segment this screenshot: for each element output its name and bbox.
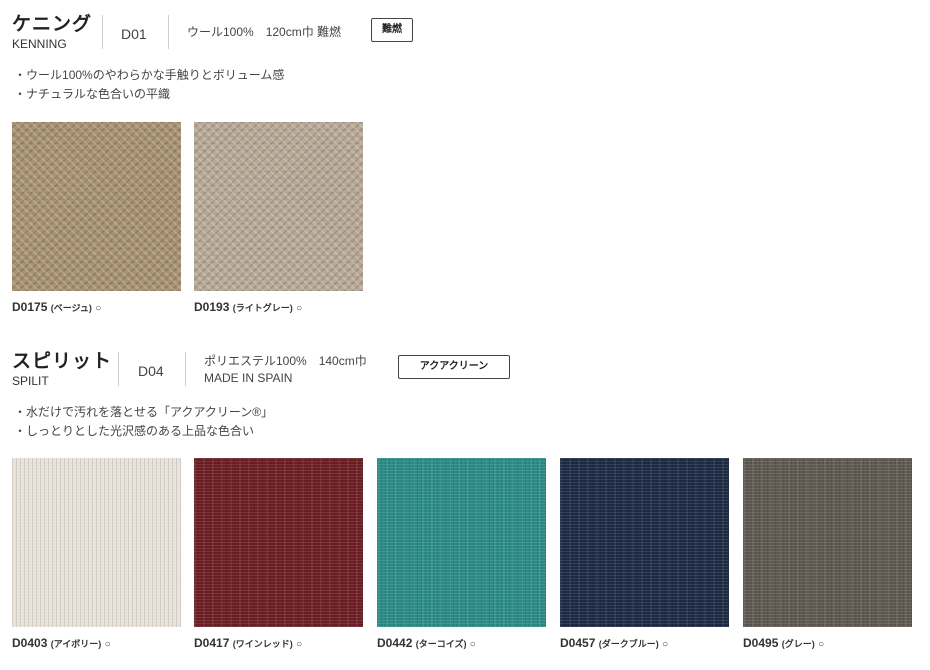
product-name: ケニング KENNING <box>12 14 92 51</box>
circle-mark-icon: ○ <box>104 639 111 650</box>
sample-code: D0442 <box>377 636 413 650</box>
sample-code: D0403 <box>12 636 48 650</box>
fabric-swatch-d0495[interactable] <box>743 458 912 627</box>
sample-code: D0457 <box>560 636 596 650</box>
aquaclean-badge: アクアクリーン <box>398 355 510 379</box>
product-name-en: KENNING <box>12 37 67 51</box>
product-header: ケニング KENNING D01 ウール100% 120cm巾 難燃 難燃 <box>0 0 930 60</box>
fabric-swatch-d0442[interactable] <box>377 458 546 627</box>
fabric-swatch-d0193[interactable] <box>194 122 363 291</box>
sample-code: D0193 <box>194 300 230 314</box>
circle-mark-icon: ○ <box>662 639 669 650</box>
product-spec: ポリエステル100% 140cm巾 <box>204 354 367 368</box>
sample-color-name: (ターコイズ) <box>415 639 467 649</box>
sample-code: D0417 <box>194 636 230 650</box>
feature-item: ナチュラルな色合いの平織 <box>14 85 284 104</box>
fabric-swatch-d0175[interactable] <box>12 122 181 291</box>
feature-list: ウール100%のやわらかな手触りとボリューム感 ナチュラルな色合いの平織 <box>14 66 284 104</box>
product-header: スピリット SPILIT D04 ポリエステル100% 140cm巾 MADE … <box>0 337 930 397</box>
divider <box>102 15 103 49</box>
product-name-ja: ケニング <box>12 14 93 35</box>
sample-code: D0495 <box>743 636 779 650</box>
sample-label: D0417 (ワインレッド) ○ <box>194 636 302 650</box>
product-spec: ウール100% 120cm巾 難燃 <box>187 25 342 39</box>
fabric-swatch-d0457[interactable] <box>560 458 729 627</box>
feature-item: ウール100%のやわらかな手触りとボリューム感 <box>14 66 284 85</box>
circle-mark-icon: ○ <box>469 639 476 650</box>
flame-retardant-badge: 難燃 <box>371 18 413 42</box>
feature-item: 水だけで汚れを落とせる「アクアクリーン®」 <box>14 403 273 422</box>
divider <box>168 15 169 49</box>
product-name-ja: スピリット <box>12 351 113 372</box>
sample-label: D0193 (ライトグレー) ○ <box>194 300 302 314</box>
product-code: D01 <box>121 26 147 42</box>
product-code: D04 <box>138 363 164 379</box>
circle-mark-icon: ○ <box>95 303 102 314</box>
circle-mark-icon: ○ <box>296 303 303 314</box>
circle-mark-icon: ○ <box>296 639 303 650</box>
sample-color-name: (ダークブルー) <box>598 639 659 649</box>
sample-label: D0442 (ターコイズ) ○ <box>377 636 476 650</box>
sample-color-name: (ライトグレー) <box>232 303 293 313</box>
sample-label: D0495 (グレー) ○ <box>743 636 824 650</box>
product-name-en: SPILIT <box>12 374 49 388</box>
sample-label: D0403 (アイボリー) ○ <box>12 636 111 650</box>
sample-color-name: (ワインレッド) <box>232 639 293 649</box>
sample-color-name: (ベージュ) <box>50 303 92 313</box>
product-name: スピリット SPILIT <box>12 351 112 388</box>
sample-label: D0457 (ダークブルー) ○ <box>560 636 668 650</box>
sample-color-name: (グレー) <box>781 639 815 649</box>
fabric-swatch-d0417[interactable] <box>194 458 363 627</box>
sample-color-name: (アイボリー) <box>50 639 102 649</box>
feature-list: 水だけで汚れを落とせる「アクアクリーン®」 しっとりとした光沢感のある上品な色合… <box>14 403 273 441</box>
circle-mark-icon: ○ <box>818 639 825 650</box>
sample-code: D0175 <box>12 300 48 314</box>
sample-label: D0175 (ベージュ) ○ <box>12 300 101 314</box>
divider <box>185 352 186 386</box>
feature-item: しっとりとした光沢感のある上品な色合い <box>14 422 273 441</box>
product-origin: MADE IN SPAIN <box>204 371 293 385</box>
fabric-swatch-d0403[interactable] <box>12 458 181 627</box>
divider <box>118 352 119 386</box>
